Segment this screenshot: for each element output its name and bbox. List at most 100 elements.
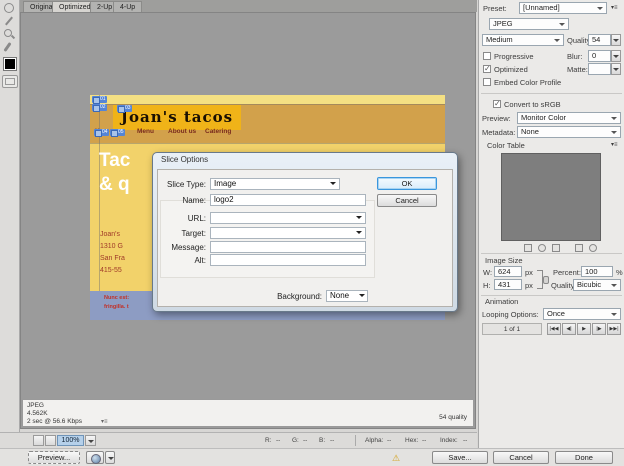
cancel-button[interactable]: Cancel [493,451,549,464]
dialog-cancel-button[interactable]: Cancel [377,194,437,207]
preview-in-browser-button[interactable] [86,451,104,464]
slice-guide-horizontal [90,104,445,105]
address-line: Joan's [100,231,120,238]
previous-frame-button[interactable]: ◀| [562,323,576,335]
optimized-checkbox[interactable] [483,65,491,73]
resample-quality-dropdown[interactable]: Bicubic [573,279,621,291]
zoom-level-dropdown-arrow[interactable] [85,435,96,446]
r-label: R: [265,437,272,444]
divider [481,295,622,296]
alt-field[interactable] [210,254,366,266]
alpha-label: Alpha: [365,437,383,444]
save-button[interactable]: Save... [432,451,488,464]
looping-options-dropdown[interactable]: Once [543,308,621,320]
color-table-new-color-icon[interactable] [575,244,583,252]
optimized-label: Optimized [494,65,528,74]
status-menu-icon[interactable]: ▾≡ [101,418,108,425]
image-size-title: Image Size [485,256,523,265]
r-value: -- [276,437,280,444]
animation-title: Animation [485,297,518,306]
dialog-content: Slice Type: Image OK Cancel Name: logo2 … [157,169,453,307]
compression-dropdown[interactable]: Medium [482,34,564,46]
quality-field[interactable]: 54 [588,34,611,46]
zoom-level-field[interactable]: 100% [57,435,84,446]
target-combo[interactable] [210,227,366,239]
preview-mode-dropdown[interactable]: Monitor Color [517,112,621,124]
toggle-slices-visibility-button[interactable] [2,75,18,88]
zoom-in-button[interactable] [45,435,56,446]
hex-label: Hex: [405,437,418,444]
looping-options-label: Looping Options: [482,310,539,319]
matte-dropdown-arrow[interactable] [611,63,621,75]
slice-badge: 02 [92,104,107,111]
tab-4up[interactable]: 4-Up [113,1,142,12]
nav-about-us: About us [168,126,196,138]
preset-dropdown[interactable]: [Unnamed] [519,2,607,14]
color-table-area [501,153,601,241]
b-value: -- [330,437,334,444]
preview-button[interactable]: Preview... [28,451,80,464]
optimize-settings-panel: Preset: [Unnamed] ▾≡ JPEG Medium Quality… [478,0,624,448]
ok-button[interactable]: OK [377,177,437,190]
name-field[interactable]: logo2 [210,194,366,206]
view-tab-bar: Original Optimized 2-Up 4-Up [20,0,477,12]
status-format: JPEG [27,402,44,410]
panel-menu-icon[interactable]: ▾≡ [611,4,618,11]
message-field[interactable] [210,241,366,253]
frame-counter: 1 of 1 [482,323,542,335]
height-field[interactable]: 431 [494,279,522,290]
color-table-lock-icon[interactable] [552,244,560,252]
footer-text-line: Nunc est: [104,295,129,301]
slice-badge: 01 [92,96,107,103]
first-frame-button[interactable]: |◀◀ [547,323,561,335]
blur-slider-arrow[interactable] [611,50,621,62]
page-heading-line2: & q [99,174,130,196]
format-dropdown[interactable]: JPEG [489,18,569,30]
background-dropdown[interactable]: None [326,290,368,302]
url-combo[interactable] [210,212,366,224]
address-line: 415-55 [100,267,122,274]
browser-select-arrow[interactable] [105,451,115,464]
link-icon [543,276,549,284]
background-label: Background: [254,292,322,301]
slice-type-dropdown[interactable]: Image [210,178,340,190]
percent-label: Percent: [553,268,581,277]
convert-srgb-label: Convert to sRGB [504,100,561,109]
zoom-tool-icon[interactable] [4,29,15,40]
slice-select-tool-icon[interactable] [4,16,15,27]
color-table-web-shift-icon[interactable] [524,244,532,252]
last-frame-button[interactable]: ▶▶| [607,323,621,335]
percent-field[interactable]: 100 [581,266,613,277]
convert-srgb-checkbox[interactable] [493,100,501,108]
nav-catering: Catering [205,126,231,138]
page-top-strip [90,95,445,104]
address-line: San Fra [100,255,125,262]
color-table-menu-icon[interactable]: ▾≡ [611,141,618,148]
matte-field[interactable] [588,63,611,75]
eyedropper-color-swatch[interactable] [3,57,17,71]
zoom-info-bar: 100% R: -- G: -- B: -- Alpha: -- Hex: --… [0,432,477,448]
height-unit: px [525,281,533,290]
status-quality-note: 54 quality [439,414,467,421]
progressive-checkbox[interactable] [483,52,491,60]
slice-badge: 04 [94,129,109,136]
zoom-out-button[interactable] [33,435,44,446]
width-field[interactable]: 624 [494,266,522,277]
url-label: URL: [160,214,206,223]
embed-color-profile-checkbox[interactable] [483,78,491,86]
quality-slider-arrow[interactable] [611,34,621,46]
height-label: H: [483,281,491,290]
blur-field[interactable]: 0 [588,50,611,62]
color-table-delete-icon[interactable] [589,244,597,252]
status-download-time: 2 sec @ 56.6 Kbps [27,418,82,426]
hand-tool-icon[interactable] [4,3,14,13]
done-button[interactable]: Done [555,451,613,464]
metadata-dropdown[interactable]: None [517,126,621,138]
color-table-transparency-icon[interactable] [538,244,546,252]
width-unit: px [525,268,533,277]
eyedropper-tool-icon[interactable] [4,42,15,53]
width-label: W: [483,268,492,277]
hex-value: -- [422,437,426,444]
next-frame-button[interactable]: |▶ [592,323,606,335]
play-button[interactable]: ▶ [577,323,591,335]
